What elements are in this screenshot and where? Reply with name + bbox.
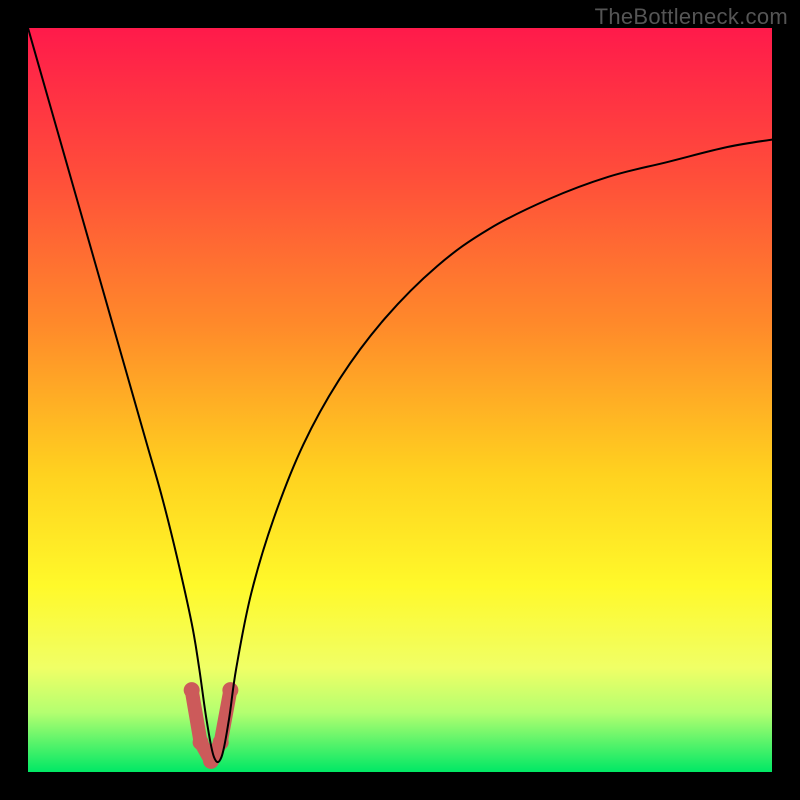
marker-dot: [222, 682, 238, 698]
bottleneck-curve: [28, 28, 772, 762]
marker-segment: [192, 690, 231, 761]
watermark-text: TheBottleneck.com: [595, 4, 788, 30]
plot-area: [28, 28, 772, 772]
chart-frame: TheBottleneck.com: [0, 0, 800, 800]
curve-layer: [28, 28, 772, 772]
marker-dot: [184, 682, 200, 698]
marker-dot: [193, 734, 209, 750]
